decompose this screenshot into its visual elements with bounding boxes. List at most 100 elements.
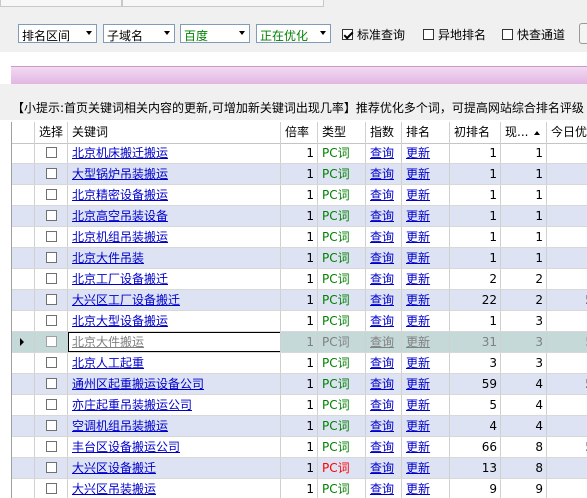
keyword-link[interactable]: 北京人工起重 — [72, 356, 144, 370]
header-current-rank[interactable]: 现... — [501, 122, 547, 143]
keyword-link[interactable]: 大兴区吊装搬运 — [72, 482, 156, 496]
index-query-link[interactable]: 查询 — [370, 398, 394, 412]
header-rank[interactable]: 排名 — [402, 122, 450, 143]
index-query-link[interactable]: 查询 — [370, 314, 394, 328]
rank-update-link[interactable]: 更新 — [406, 419, 430, 433]
keyword-link[interactable]: 大型锅炉吊装搬运 — [72, 167, 168, 181]
rank-update-link[interactable]: 更新 — [406, 293, 430, 307]
table-row[interactable]: 北京工厂设备搬迁 1 PC词 查询 更新 2 2 — [12, 269, 587, 290]
row-checkbox[interactable] — [46, 462, 57, 473]
index-query-link[interactable]: 查询 — [370, 146, 394, 160]
keyword-link[interactable]: 北京工厂设备搬迁 — [72, 272, 168, 286]
header-type[interactable]: 类型 — [318, 122, 366, 143]
table-row[interactable]: 亦庄起重吊装搬运公司 1 PC词 查询 更新 5 4 — [12, 395, 587, 416]
index-query-link[interactable]: 查询 — [370, 251, 394, 265]
keyword-link[interactable]: 北京高空吊装设备 — [72, 209, 168, 223]
keyword-link[interactable]: 北京大型设备搬运 — [72, 314, 168, 328]
keyword-link[interactable]: 北京大件吊装 — [72, 251, 144, 265]
rank-update-link[interactable]: 更新 — [406, 230, 430, 244]
table-row[interactable]: 空调机组吊装搬运 1 PC词 查询 更新 4 4 — [12, 416, 587, 437]
index-query-link[interactable]: 查询 — [370, 419, 394, 433]
fast-channel-checkbox[interactable]: 快查通道 — [502, 26, 565, 43]
rank-update-link[interactable]: 更新 — [406, 314, 430, 328]
table-row[interactable]: 北京人工起重 1 PC词 查询 更新 3 3 — [12, 353, 587, 374]
row-checkbox[interactable] — [46, 441, 57, 452]
checkbox-checked-icon[interactable] — [342, 29, 353, 40]
header-keyword[interactable]: 关键词 — [68, 122, 281, 143]
rank-update-link[interactable]: 更新 — [406, 356, 430, 370]
table-row[interactable]: 大兴区设备搬迁 1 PC词 查询 更新 13 8 — [12, 458, 587, 479]
row-checkbox[interactable] — [46, 294, 57, 305]
table-row[interactable]: 北京大型设备搬运 1 PC词 查询 更新 1 3 — [12, 311, 587, 332]
rank-update-link[interactable]: 更新 — [406, 461, 430, 475]
table-row[interactable]: 北京机床搬迁搬运 1 PC词 查询 更新 1 1 — [12, 143, 587, 164]
header-select[interactable]: 选择 — [35, 122, 68, 143]
search-engine-dropdown[interactable]: 百度 — [180, 24, 250, 43]
table-row[interactable]: 大兴区吊装搬运 1 PC词 查询 更新 9 9 — [12, 479, 587, 498]
index-query-link[interactable]: 查询 — [370, 230, 394, 244]
rank-update-link[interactable]: 更新 — [406, 482, 430, 496]
rank-range-dropdown[interactable]: 排名区间 — [18, 24, 97, 43]
row-checkbox[interactable] — [46, 336, 57, 347]
index-query-link[interactable]: 查询 — [370, 167, 394, 181]
standard-query-checkbox[interactable]: 标准查询 — [342, 26, 405, 43]
table-row[interactable]: 北京精密设备搬运 1 PC词 查询 更新 1 1 — [12, 185, 587, 206]
table-row[interactable]: 北京机组吊装搬运 1 PC词 查询 更新 1 1 — [12, 227, 587, 248]
keyword-link[interactable]: 丰台区设备搬运公司 — [72, 440, 180, 454]
rank-update-link[interactable]: 更新 — [406, 251, 430, 265]
index-query-link[interactable]: 查询 — [370, 335, 394, 349]
rank-update-link[interactable]: 更新 — [406, 335, 430, 349]
checkbox-icon[interactable] — [502, 29, 513, 40]
remote-rank-checkbox[interactable]: 异地排名 — [423, 26, 486, 43]
table-row[interactable]: 北京大件吊装 1 PC词 查询 更新 1 1 — [12, 248, 587, 269]
row-checkbox[interactable] — [46, 399, 57, 410]
rank-update-link[interactable]: 更新 — [406, 188, 430, 202]
rank-update-link[interactable]: 更新 — [406, 377, 430, 391]
row-checkbox[interactable] — [46, 147, 57, 158]
rank-update-link[interactable]: 更新 — [406, 398, 430, 412]
index-query-link[interactable]: 查询 — [370, 293, 394, 307]
status-dropdown[interactable]: 正在优化 — [256, 24, 331, 43]
keyword-link[interactable]: 北京大件搬运 — [72, 335, 144, 349]
index-query-link[interactable]: 查询 — [370, 356, 394, 370]
keyword-link[interactable]: 亦庄起重吊装搬运公司 — [72, 398, 192, 412]
row-checkbox[interactable] — [46, 378, 57, 389]
table-row[interactable]: 大兴区工厂设备搬迁1PC词查询更新2225 — [12, 290, 587, 311]
header-multiple[interactable]: 倍率 — [281, 122, 318, 143]
table-row[interactable]: 丰台区设备搬运公司 1 PC词 查询更新 6685 — [12, 437, 587, 458]
table-row[interactable]: 北京大件搬运 1 PC词 查询更新 3135 — [12, 332, 587, 353]
keyword-link[interactable]: 北京机床搬迁搬运 — [72, 146, 168, 160]
rank-update-link[interactable]: 更新 — [406, 167, 430, 181]
row-checkbox[interactable] — [46, 189, 57, 200]
rank-update-link[interactable]: 更新 — [406, 146, 430, 160]
keyword-link[interactable]: 大兴区工厂设备搬迁 — [72, 293, 180, 307]
index-query-link[interactable]: 查询 — [370, 377, 394, 391]
row-checkbox[interactable] — [46, 357, 57, 368]
row-checkbox[interactable] — [46, 168, 57, 179]
header-initial-rank[interactable]: 初排名 — [450, 122, 501, 143]
keyword-edit-box[interactable]: 北京大件搬运 — [68, 332, 280, 352]
rank-update-link[interactable]: 更新 — [406, 440, 430, 454]
header-today[interactable]: 今日优 — [547, 122, 587, 143]
keyword-link[interactable]: 大兴区设备搬迁 — [72, 461, 156, 475]
keyword-link[interactable]: 通州区起重搬运设备公司 — [72, 377, 204, 391]
keyword-link[interactable]: 空调机组吊装搬运 — [72, 419, 168, 433]
row-checkbox[interactable] — [46, 483, 57, 494]
index-query-link[interactable]: 查询 — [370, 440, 394, 454]
rank-update-link[interactable]: 更新 — [406, 209, 430, 223]
table-row[interactable]: 大型锅炉吊装搬运 1 PC词 查询 更新 1 1 — [12, 164, 587, 185]
row-checkbox[interactable] — [46, 420, 57, 431]
row-checkbox[interactable] — [46, 273, 57, 284]
checkbox-icon[interactable] — [423, 29, 434, 40]
keyword-link[interactable]: 北京精密设备搬运 — [72, 188, 168, 202]
table-row[interactable]: 北京高空吊装设备 1 PC词 查询 更新 1 1 — [12, 206, 587, 227]
index-query-link[interactable]: 查询 — [370, 482, 394, 496]
index-query-link[interactable]: 查询 — [370, 461, 394, 475]
row-checkbox[interactable] — [46, 315, 57, 326]
index-query-link[interactable]: 查询 — [370, 272, 394, 286]
header-index[interactable]: 指数 — [366, 122, 402, 143]
row-checkbox[interactable] — [46, 210, 57, 221]
subdomain-dropdown[interactable]: 子域名 — [103, 24, 175, 43]
keyword-link[interactable]: 北京机组吊装搬运 — [72, 230, 168, 244]
row-checkbox[interactable] — [46, 231, 57, 242]
